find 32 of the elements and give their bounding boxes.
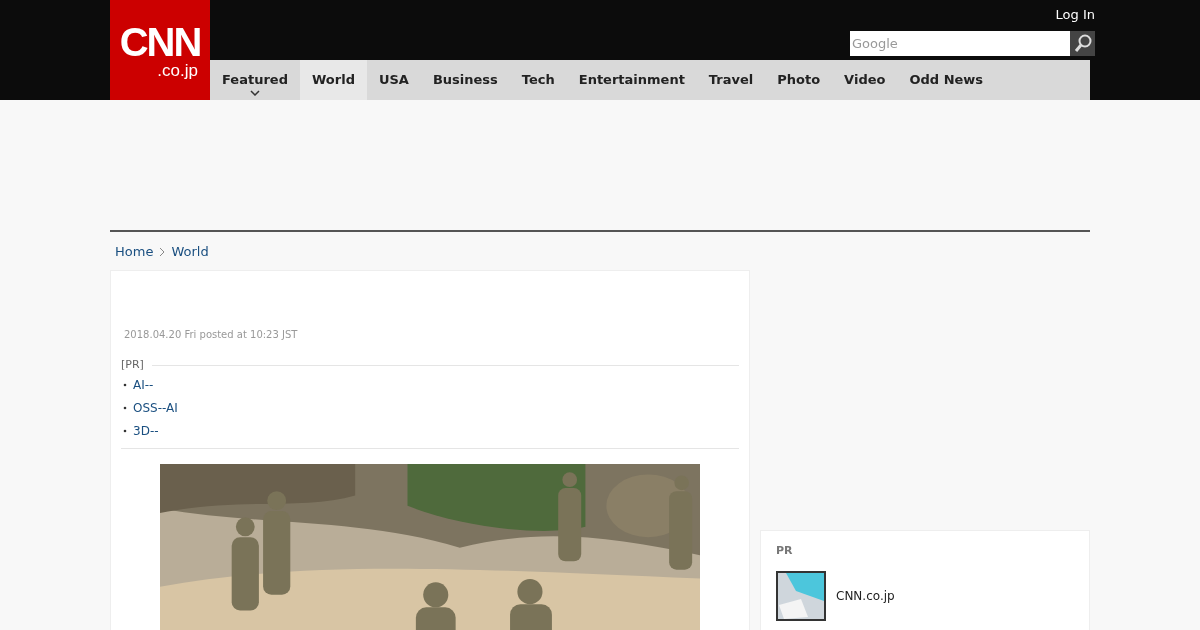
logo-wordmark: CNN — [119, 21, 201, 62]
nav-tab[interactable]: Tech — [509, 60, 567, 100]
pr-link[interactable]: 3D-- — [133, 422, 159, 440]
pr-item-link[interactable]: CNN.co.jp — [836, 586, 895, 605]
pr-label: [PR] — [121, 357, 144, 373]
nav-tab[interactable]: Photo — [765, 60, 833, 100]
nav-tab[interactable]: Business — [420, 60, 510, 100]
nav-tab[interactable]: World — [299, 60, 367, 100]
bullet-icon — [123, 383, 127, 387]
nav-tab[interactable]: USA — [366, 60, 421, 100]
pr-link[interactable]: AI-- — [133, 376, 154, 394]
search-icon — [1072, 33, 1093, 53]
bullet-icon — [123, 429, 127, 433]
search-field[interactable]: Google — [850, 30, 1070, 56]
pr-heading: PR — [776, 543, 794, 559]
breadcrumb-link[interactable]: World — [171, 242, 209, 262]
chevron-right-icon — [159, 247, 166, 257]
logo-domain: .co.jp — [157, 61, 198, 79]
pr-link[interactable]: OSS--AI — [133, 399, 178, 417]
nav-tab[interactable]: Odd News — [897, 60, 996, 100]
login-link[interactable]: Log In — [1055, 5, 1095, 25]
laptop-mail-thumbnail — [776, 570, 826, 621]
breadcrumb-link[interactable]: Home — [115, 242, 154, 262]
nav-tab[interactable]: Entertainment — [566, 60, 697, 100]
search-button[interactable] — [1070, 30, 1095, 56]
chevron-down-icon — [249, 90, 260, 96]
post-date: 2018.04.20 Fri posted at 10:23 JST — [123, 328, 299, 342]
nav-tab[interactable]: Video — [832, 60, 898, 100]
logo[interactable]: CNN .co.jp — [110, 0, 210, 100]
bullet-icon — [123, 406, 127, 410]
nav-tab[interactable]: Featured — [210, 60, 300, 100]
nav-tab[interactable]: Travel — [696, 60, 766, 100]
